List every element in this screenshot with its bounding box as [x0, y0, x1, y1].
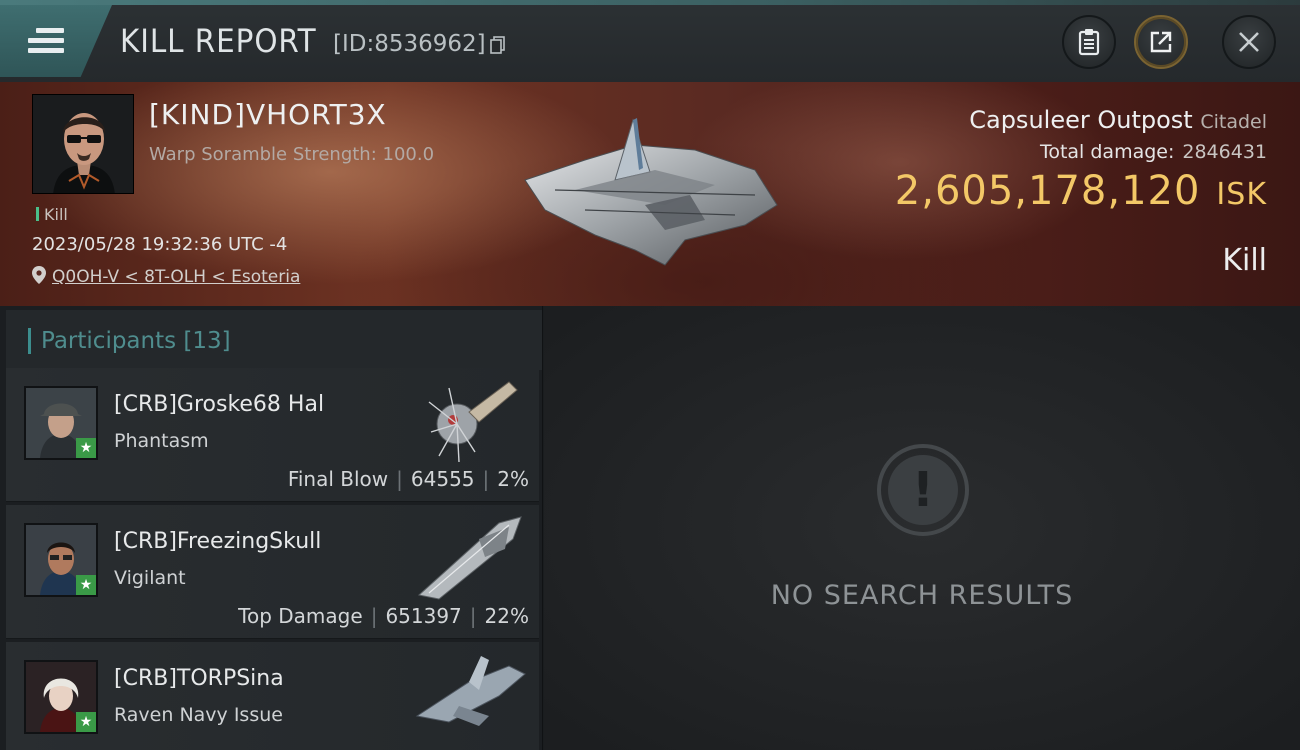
participants-header: Participants [13] — [6, 310, 542, 370]
exclamation-icon: ! — [877, 444, 969, 536]
target-type: Capsuleer Outpost — [969, 106, 1193, 134]
kill-location[interactable]: Q0OH-V < 8T-OLH < Esoteria — [32, 266, 300, 287]
victim-portrait[interactable] — [32, 94, 134, 194]
participant-ship: Raven Navy Issue — [114, 704, 283, 726]
kill-timestamp: 2023/05/28 19:32:36 UTC -4 — [32, 234, 288, 255]
top-accent-line — [0, 0, 1300, 5]
share-button[interactable] — [1134, 15, 1188, 69]
location-link[interactable]: Q0OH-V < 8T-OLH < Esoteria — [52, 267, 300, 287]
participant-row[interactable]: ★ [CRB]Groske68 Hal Phantasm Final Blow |… — [6, 368, 539, 502]
target-name: Capsuleer Outpost Citadel — [969, 106, 1267, 134]
result-label: Kill — [1222, 243, 1267, 278]
kill-tag: Kill — [36, 205, 68, 224]
participant-name[interactable]: [CRB]Groske68 Hal — [114, 392, 324, 417]
target-class: Citadel — [1200, 111, 1267, 133]
victim-subtitle: Warp Soramble Strength: 100.0 — [149, 144, 435, 165]
star-icon: ★ — [76, 712, 96, 732]
no-results-text: NO SEARCH RESULTS — [770, 580, 1074, 611]
page-title: KILL REPORT — [120, 22, 317, 60]
participants-panel: Participants [13] ★ [CRB]Groske68 Hal Ph… — [0, 306, 543, 750]
participant-role: Final Blow — [287, 467, 389, 491]
star-icon: ★ — [76, 575, 96, 595]
search-results-panel: ! NO SEARCH RESULTS — [544, 306, 1300, 750]
participant-ship: Phantasm — [114, 430, 209, 452]
menu-icon[interactable] — [28, 28, 64, 54]
participant-ship-image — [428, 381, 518, 463]
participant-avatar[interactable]: ★ — [24, 386, 98, 460]
participant-stats: Top Damage | 651397 | 22% — [238, 604, 529, 628]
total-damage-value: 2846431 — [1182, 141, 1267, 163]
total-damage: Total damage: 2846431 — [1040, 141, 1267, 163]
close-button[interactable] — [1222, 15, 1276, 69]
top-bar: KILL REPORT [ID:8536962] — [0, 0, 1300, 82]
participant-role: Top Damage — [238, 604, 363, 628]
share-icon — [1150, 31, 1172, 53]
participant-ship-image — [417, 516, 522, 600]
participant-damage: 64555 — [410, 467, 475, 491]
copy-icon[interactable] — [490, 36, 506, 54]
participant-avatar[interactable]: ★ — [24, 523, 98, 597]
participant-percent: 22% — [484, 604, 529, 628]
participant-percent: 2% — [497, 467, 529, 491]
participant-row[interactable]: ★ [CRB]FreezingSkull Vigilant Top Damage… — [6, 505, 539, 639]
location-pin-icon — [32, 266, 46, 284]
clipboard-icon — [1078, 29, 1100, 56]
header-accent-bar — [28, 328, 31, 354]
participants-title: Participants [13] — [41, 328, 231, 354]
isk-unit: ISK — [1216, 177, 1267, 212]
participants-count: [13] — [183, 328, 231, 354]
participants-label: Participants — [41, 328, 177, 354]
victim-name[interactable]: [KIND]VHORT3X — [149, 98, 387, 131]
structure-image — [524, 118, 778, 266]
isk-value: 2,605,178,120 ISK — [895, 168, 1267, 214]
participant-ship: Vigilant — [114, 567, 186, 589]
total-damage-label: Total damage: — [1039, 141, 1175, 163]
star-icon: ★ — [76, 438, 96, 458]
isk-amount: 2,605,178,120 — [894, 168, 1201, 214]
participant-stats: Final Blow | 64555 | 2% — [287, 467, 529, 491]
participant-ship-image — [415, 656, 526, 726]
participant-damage: 651397 — [385, 604, 462, 628]
participant-name[interactable]: [CRB]TORPSina — [114, 666, 284, 691]
participant-name[interactable]: [CRB]FreezingSkull — [114, 529, 321, 554]
participant-row[interactable]: ★ [CRB]TORPSina Raven Navy Issue — [6, 642, 539, 750]
close-icon — [1239, 32, 1259, 52]
participant-avatar[interactable]: ★ — [24, 660, 98, 734]
clipboard-button[interactable] — [1062, 15, 1116, 69]
report-id: [ID:8536962] — [333, 31, 486, 57]
